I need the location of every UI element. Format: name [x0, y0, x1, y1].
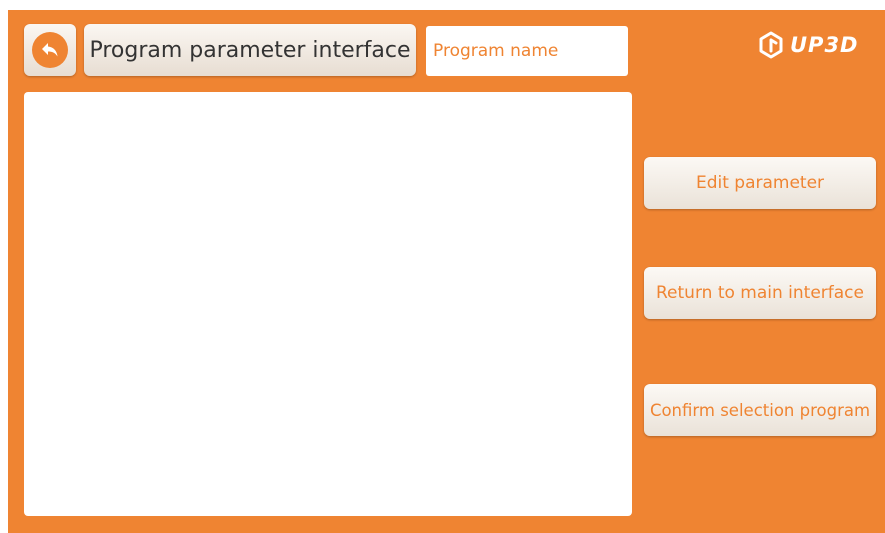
back-arrow-icon — [42, 43, 58, 57]
back-button[interactable] — [24, 24, 76, 76]
back-circle — [32, 32, 68, 68]
program-list-panel[interactable] — [24, 92, 632, 516]
brand-logo: UP3D — [758, 30, 859, 60]
program-name-field[interactable]: Program name — [426, 26, 628, 76]
edit-parameter-button[interactable]: Edit parameter — [644, 157, 876, 209]
program-parameter-screen: Program parameter interface Program name… — [8, 10, 885, 533]
logo-text: UP3D — [790, 33, 859, 57]
return-main-button[interactable]: Return to main interface — [644, 267, 876, 319]
page-title: Program parameter interface — [84, 24, 416, 76]
confirm-selection-button[interactable]: Confirm selection program — [644, 384, 876, 436]
up3d-logo-icon — [759, 31, 783, 59]
